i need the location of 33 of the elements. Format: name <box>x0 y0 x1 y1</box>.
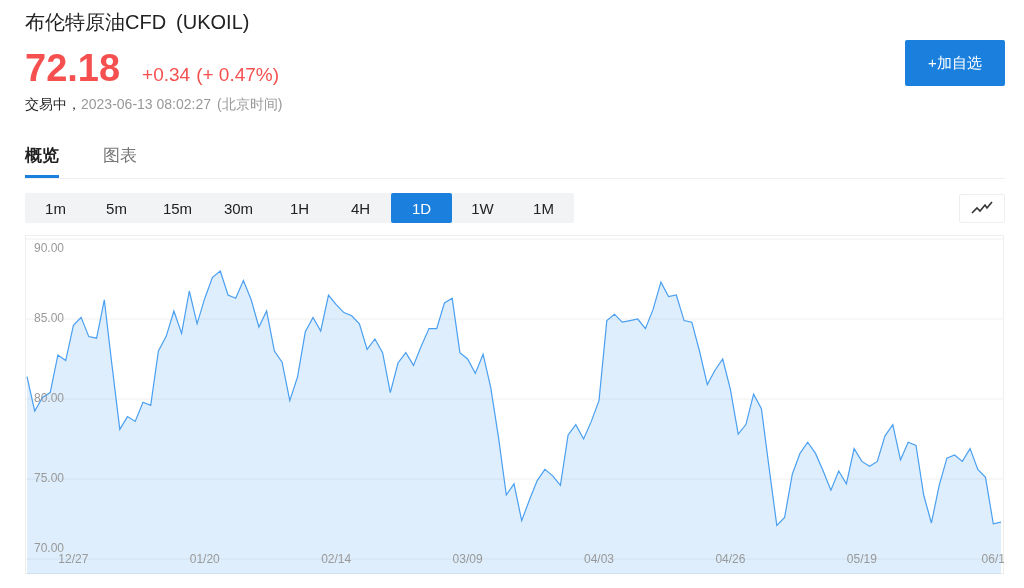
period-button[interactable]: 15m <box>147 193 208 223</box>
timezone: (北京时间) <box>217 96 283 114</box>
period-button[interactable]: 4H <box>330 193 391 223</box>
trading-status: 交易中， <box>25 96 81 114</box>
period-button[interactable]: 5m <box>86 193 147 223</box>
tab[interactable]: 图表 <box>103 140 137 178</box>
x-axis-label: 01/20 <box>189 552 220 567</box>
price-change: +0.34 <box>142 64 191 86</box>
y-axis-label: 90.00 <box>34 241 65 256</box>
add-watchlist-button[interactable]: +加自选 <box>905 40 1005 86</box>
x-axis-label: 03/09 <box>452 552 483 567</box>
change-percent: (+ 0.47%) <box>196 64 280 86</box>
y-axis-label: 85.00 <box>34 311 65 326</box>
x-axis-label: 05/19 <box>846 552 877 567</box>
period-button[interactable]: 1D <box>391 193 452 223</box>
y-axis-label: 75.00 <box>34 471 65 486</box>
x-axis-label: 12/27 <box>58 552 89 567</box>
x-axis-label: 02/14 <box>321 552 352 567</box>
period-button[interactable]: 1M <box>513 193 574 223</box>
tab[interactable]: 概览 <box>25 140 59 178</box>
x-axis-label: 06/1 <box>981 552 1004 567</box>
line-chart-icon <box>971 201 993 215</box>
period-button[interactable]: 30m <box>208 193 269 223</box>
instrument-name: 布伦特原油CFD <box>25 10 167 35</box>
period-button[interactable]: 1W <box>452 193 513 223</box>
period-button[interactable]: 1m <box>25 193 86 223</box>
x-axis-label: 04/26 <box>715 552 746 567</box>
chart-type-button[interactable] <box>959 193 1005 223</box>
timestamp: 2023-06-13 08:02:27 <box>81 96 211 112</box>
price: 72.18 <box>25 46 121 90</box>
period-button[interactable]: 1H <box>269 193 330 223</box>
instrument-symbol: (UKOIL) <box>176 10 250 35</box>
x-axis-label: 04/03 <box>584 552 615 567</box>
